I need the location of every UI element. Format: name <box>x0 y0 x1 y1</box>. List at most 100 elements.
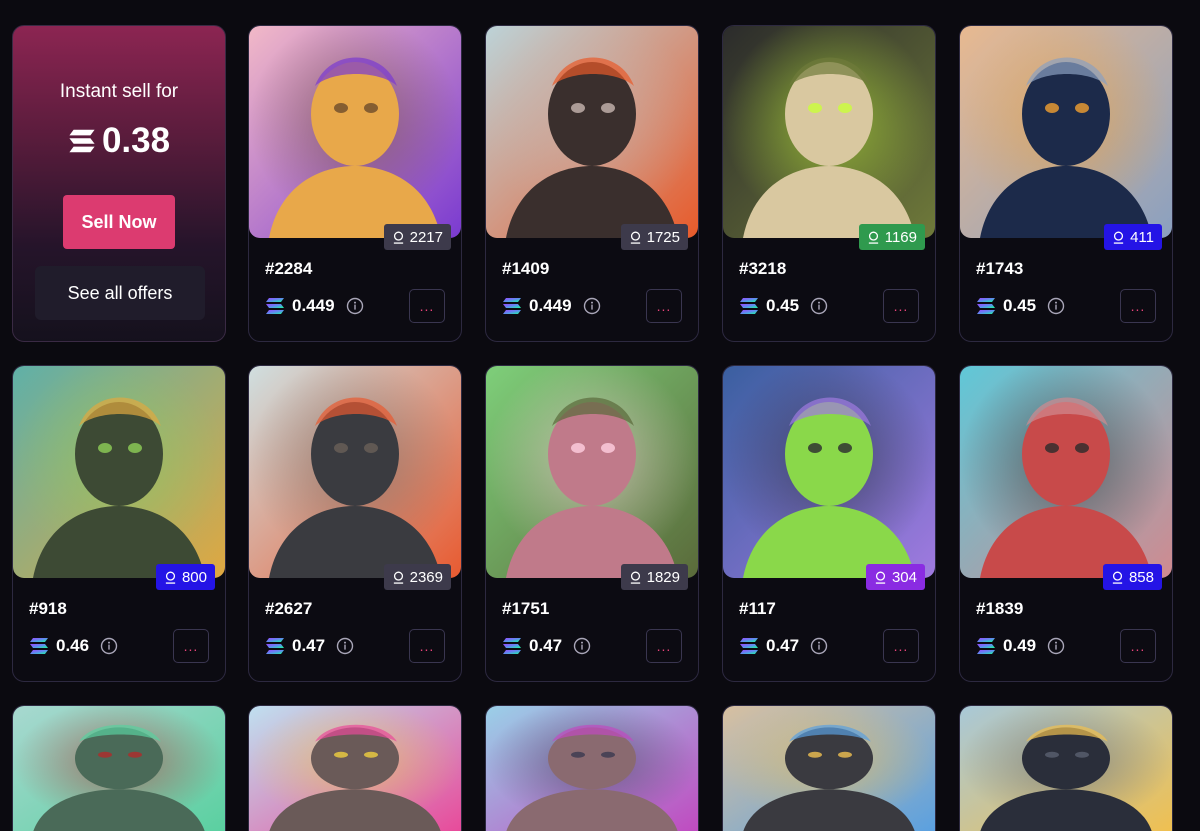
nft-id: #1743 <box>976 259 1024 278</box>
nft-id: #3218 <box>739 259 787 278</box>
rarity-rank-value: 2369 <box>409 568 443 586</box>
nft-card[interactable]: 2369 #2627 0.47 ... <box>248 365 462 682</box>
info-icon[interactable] <box>583 297 601 315</box>
nft-image[interactable] <box>486 26 698 238</box>
ranking-icon <box>629 231 642 244</box>
rarity-rank-badge: 1725 <box>620 224 688 250</box>
nft-price: 0.47 <box>766 636 800 655</box>
nft-card[interactable]: 858 #1839 0.49 ... <box>959 365 1173 682</box>
nft-card[interactable] <box>12 705 226 831</box>
nft-price: 0.449 <box>292 296 335 315</box>
nft-price: 0.49 <box>1003 636 1037 655</box>
sell-now-button[interactable]: Sell Now <box>63 195 175 249</box>
more-dots-icon: ... <box>893 298 909 314</box>
info-icon[interactable] <box>1047 297 1065 315</box>
ranking-icon <box>392 571 405 584</box>
nft-card[interactable]: 1169 #3218 0.45 ... <box>722 25 936 342</box>
nft-card[interactable]: 2217 #2284 0.449 ... <box>248 25 462 342</box>
nft-card[interactable]: 1829 #1751 0.47 ... <box>485 365 699 682</box>
nft-image[interactable] <box>723 706 935 831</box>
solana-icon <box>68 128 96 154</box>
ranking-icon <box>1112 231 1125 244</box>
nft-image[interactable] <box>249 366 461 578</box>
solana-icon <box>265 637 285 655</box>
nft-image[interactable] <box>723 366 935 578</box>
more-dots-icon: ... <box>893 638 909 654</box>
rarity-rank-value: 304 <box>891 568 917 586</box>
price-row: 0.47 <box>265 635 354 657</box>
nft-image[interactable] <box>249 706 461 831</box>
info-icon[interactable] <box>810 637 828 655</box>
nft-image[interactable] <box>13 366 225 578</box>
nft-card[interactable] <box>248 705 462 831</box>
ranking-icon <box>1111 571 1124 584</box>
see-all-offers-button[interactable]: See all offers <box>35 266 205 320</box>
price-row: 0.49 <box>976 635 1065 657</box>
solana-icon <box>29 637 49 655</box>
nft-card[interactable]: 800 #918 0.46 ... <box>12 365 226 682</box>
instant-sell-price-value: 0.38 <box>101 121 171 160</box>
nft-price: 0.45 <box>1003 296 1037 315</box>
nft-price: 0.47 <box>292 636 326 655</box>
more-options-button[interactable]: ... <box>646 289 682 323</box>
nft-id: #2627 <box>265 599 313 618</box>
rarity-rank-badge: 858 <box>1102 564 1162 590</box>
nft-image[interactable] <box>960 366 1172 578</box>
rarity-rank-badge: 2369 <box>383 564 451 590</box>
more-options-button[interactable]: ... <box>883 629 919 663</box>
more-options-button[interactable]: ... <box>646 629 682 663</box>
ranking-icon <box>874 571 887 584</box>
nft-id: #918 <box>29 599 67 618</box>
nft-card[interactable]: 1725 #1409 0.449 ... <box>485 25 699 342</box>
nft-id: #1751 <box>502 599 550 618</box>
nft-price: 0.449 <box>529 296 572 315</box>
nft-card[interactable] <box>722 705 936 831</box>
more-dots-icon: ... <box>656 298 672 314</box>
price-row: 0.45 <box>976 295 1065 317</box>
info-icon[interactable] <box>573 637 591 655</box>
nft-card[interactable] <box>959 705 1173 831</box>
price-row: 0.449 <box>502 295 601 317</box>
rarity-rank-value: 1169 <box>884 228 917 246</box>
more-options-button[interactable]: ... <box>1120 629 1156 663</box>
rarity-rank-badge: 1829 <box>620 564 688 590</box>
more-options-button[interactable]: ... <box>173 629 209 663</box>
solana-icon <box>502 637 522 655</box>
nft-image[interactable] <box>249 26 461 238</box>
nft-image[interactable] <box>723 26 935 238</box>
nft-id: #117 <box>739 599 776 618</box>
rarity-rank-value: 1829 <box>646 568 680 586</box>
nft-id: #1839 <box>976 599 1024 618</box>
info-icon[interactable] <box>100 637 118 655</box>
more-options-button[interactable]: ... <box>883 289 919 323</box>
nft-price: 0.45 <box>766 296 800 315</box>
price-row: 0.46 <box>29 635 118 657</box>
instant-sell-card: Instant sell for 0.38 Sell Now See all o… <box>12 25 226 342</box>
nft-card[interactable] <box>485 705 699 831</box>
nft-id: #1409 <box>502 259 550 278</box>
nft-image[interactable] <box>960 26 1172 238</box>
info-icon[interactable] <box>810 297 828 315</box>
nft-id: #2284 <box>265 259 313 278</box>
info-icon[interactable] <box>1047 637 1065 655</box>
more-dots-icon: ... <box>656 638 672 654</box>
more-options-button[interactable]: ... <box>409 289 445 323</box>
ranking-icon <box>867 231 880 244</box>
rarity-rank-badge: 411 <box>1104 224 1162 250</box>
more-dots-icon: ... <box>419 638 435 654</box>
rarity-rank-badge: 1169 <box>858 224 925 250</box>
more-options-button[interactable]: ... <box>1120 289 1156 323</box>
nft-price: 0.46 <box>56 636 90 655</box>
nft-card[interactable]: 304 #117 0.47 ... <box>722 365 936 682</box>
nft-image[interactable] <box>486 706 698 831</box>
price-row: 0.449 <box>265 295 364 317</box>
nft-image[interactable] <box>13 706 225 831</box>
instant-sell-price: 0.38 <box>13 121 225 161</box>
nft-image[interactable] <box>960 706 1172 831</box>
info-icon[interactable] <box>336 637 354 655</box>
more-options-button[interactable]: ... <box>409 629 445 663</box>
rarity-rank-badge: 304 <box>865 564 925 590</box>
info-icon[interactable] <box>346 297 364 315</box>
nft-card[interactable]: 411 #1743 0.45 ... <box>959 25 1173 342</box>
nft-image[interactable] <box>486 366 698 578</box>
